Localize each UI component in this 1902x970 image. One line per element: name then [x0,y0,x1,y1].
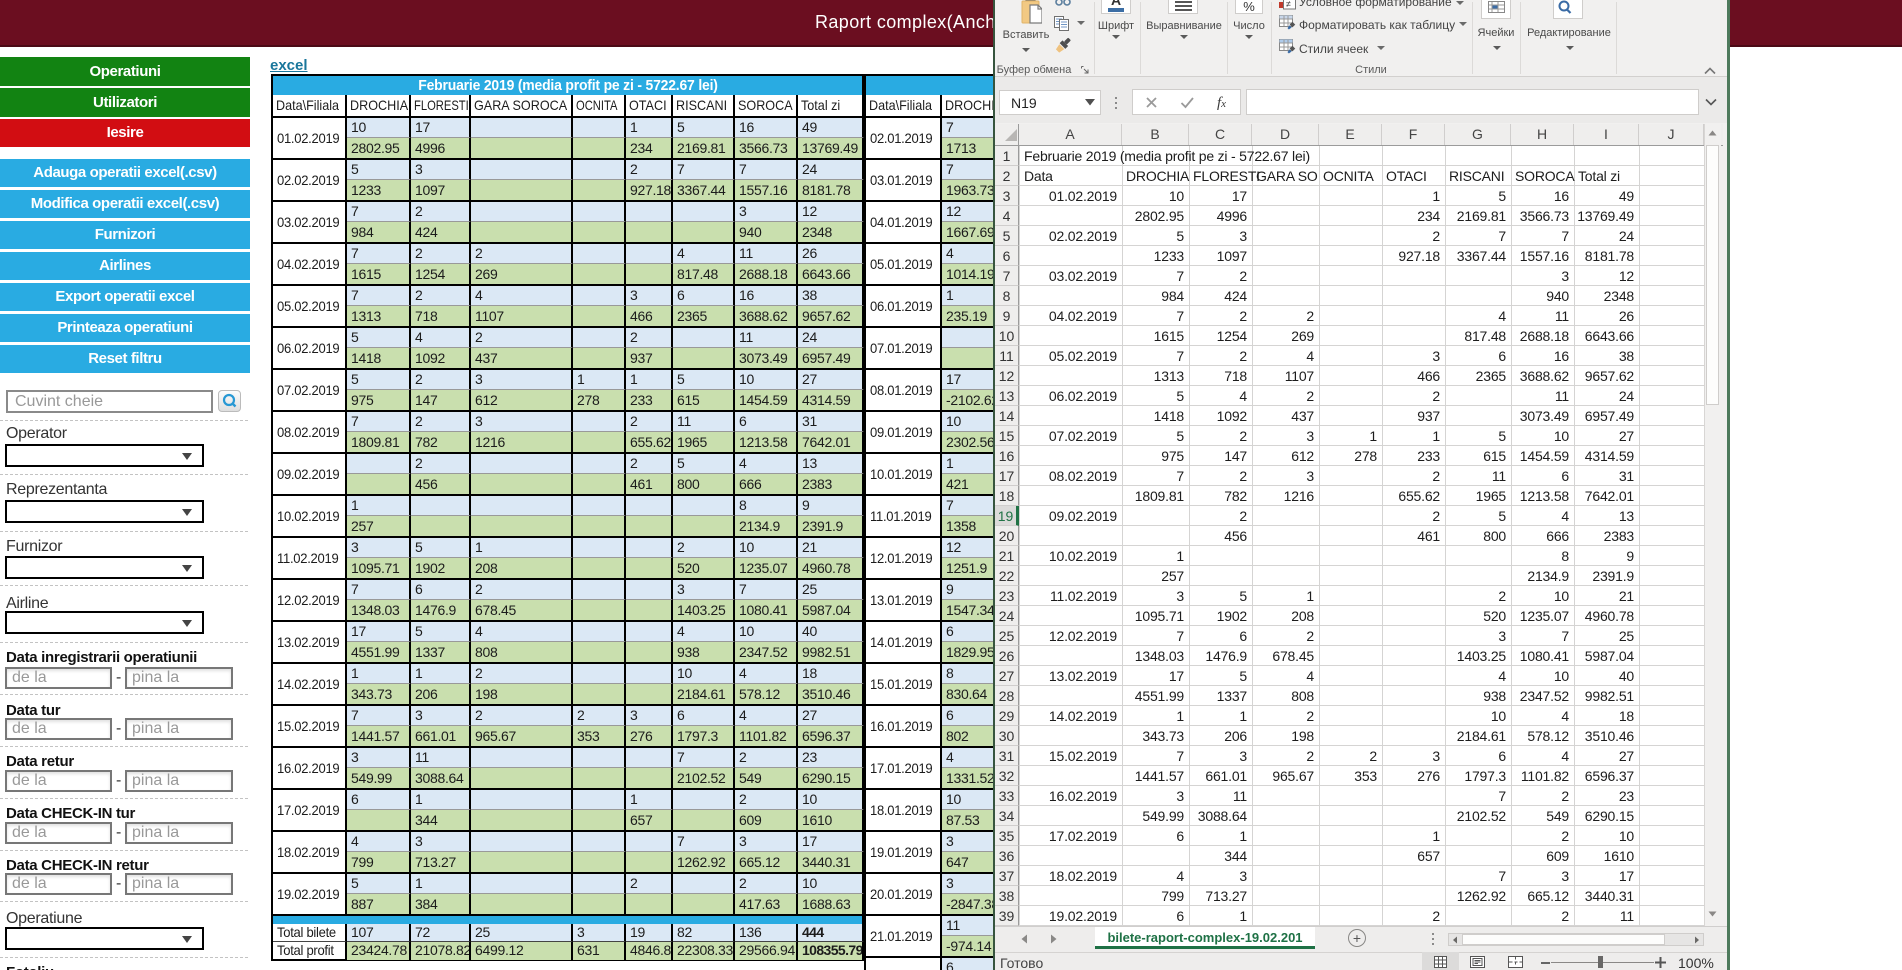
svg-text:≠: ≠ [1286,0,1291,9]
